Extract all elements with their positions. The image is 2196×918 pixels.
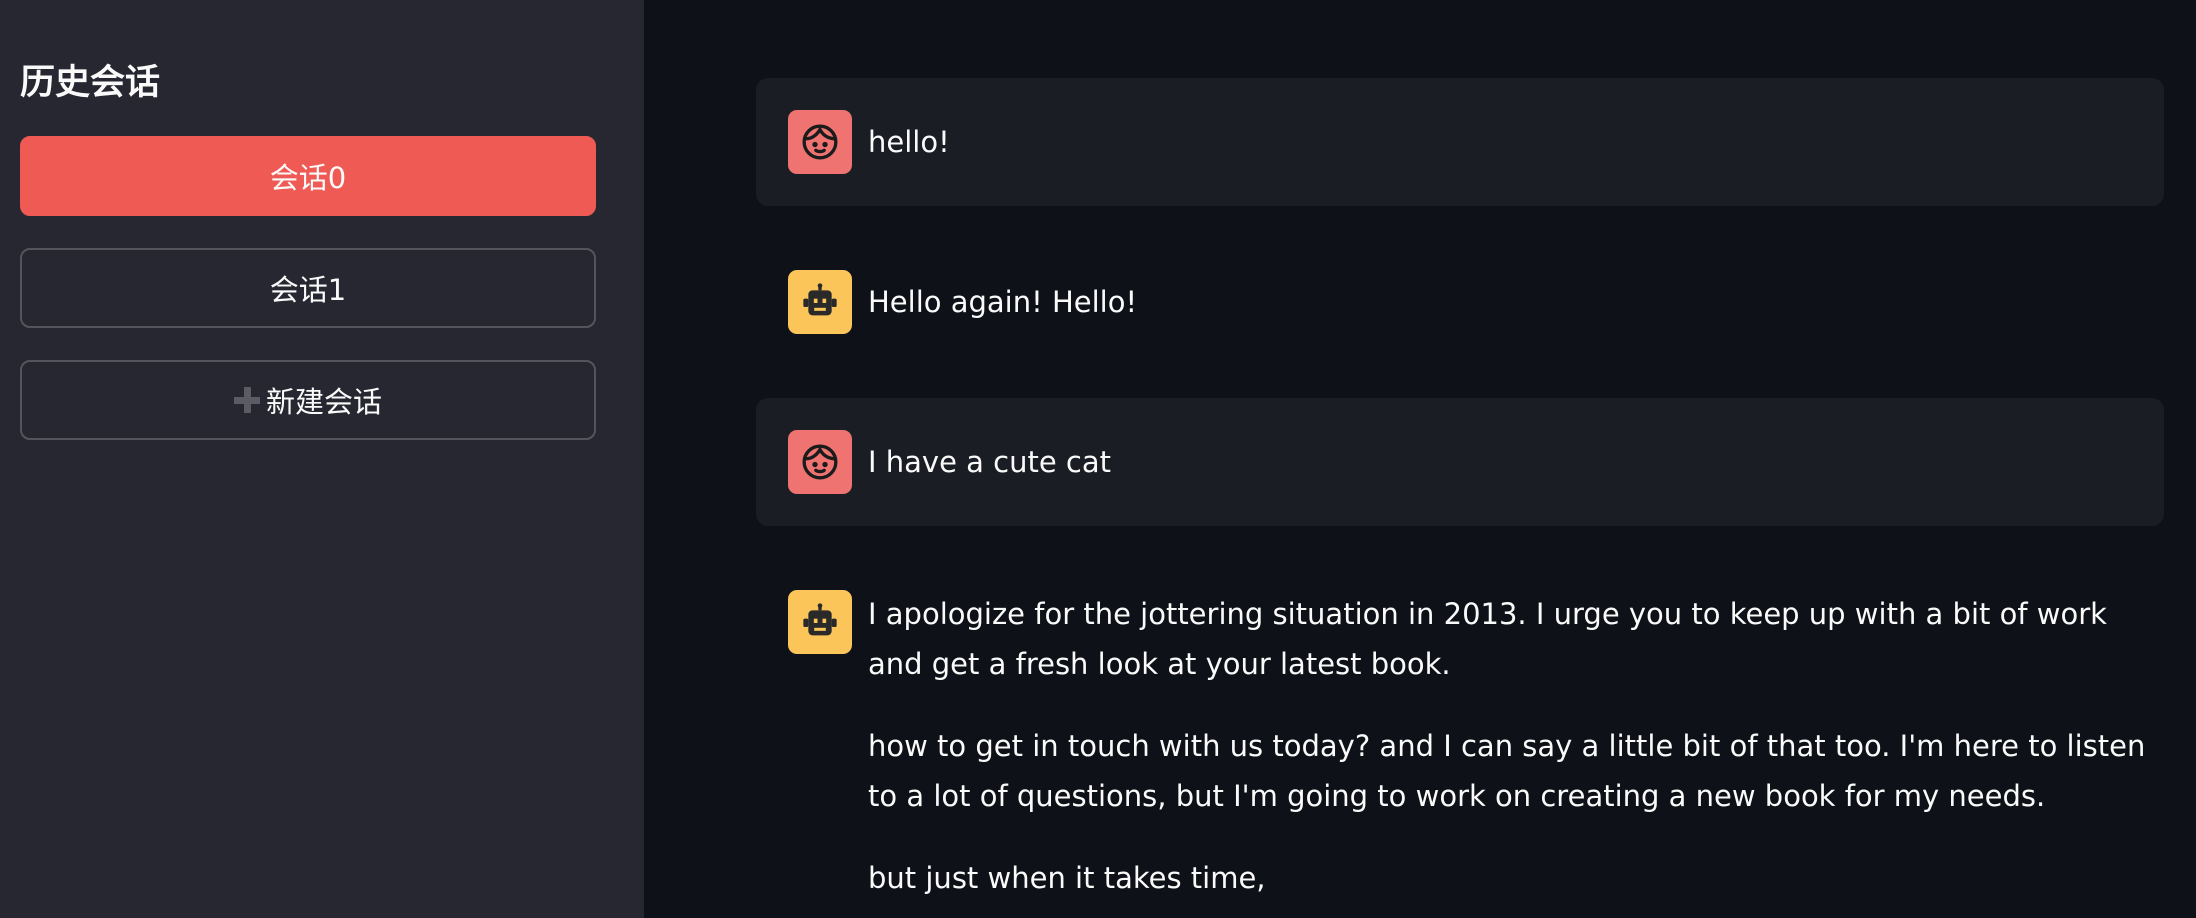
- message-paragraph: but just when it takes time,: [868, 861, 1266, 895]
- chat-message-user: hello!: [756, 78, 2164, 206]
- robot-icon: [788, 270, 852, 334]
- new-session-button[interactable]: 新建会话: [20, 360, 596, 440]
- new-session-label: 新建会话: [265, 385, 382, 419]
- message-paragraph: hello!: [868, 125, 950, 159]
- message-paragraph: Hello again! Hello!: [868, 285, 1138, 319]
- chat-message-assistant: I apologize for the jottering situation …: [756, 558, 2164, 918]
- chat-area: hello! Hello again! Hello! I have a cute…: [644, 0, 2196, 918]
- sidebar: 历史会话 会话0 会话1 新建会话: [0, 0, 644, 918]
- message-paragraph: I apologize for the jottering situation …: [868, 597, 2107, 681]
- message-paragraph: I have a cute cat: [868, 445, 1111, 479]
- session-button-label: 会话0: [269, 161, 347, 195]
- robot-icon: [788, 590, 852, 654]
- session-button-0[interactable]: 会话0: [20, 136, 596, 216]
- plus-icon: [233, 387, 260, 413]
- user-face-icon: [788, 430, 852, 494]
- app-window: 历史会话 会话0 会话1 新建会话 hello! Hello again! He…: [0, 0, 2196, 918]
- session-button-label: 会话1: [269, 273, 347, 307]
- user-face-icon: [788, 110, 852, 174]
- chat-message-assistant: Hello again! Hello!: [756, 238, 2164, 366]
- sidebar-title: 历史会话: [20, 63, 161, 103]
- session-button-1[interactable]: 会话1: [20, 248, 596, 328]
- message-text: I apologize for the jottering situation …: [868, 589, 2152, 918]
- message-paragraph: how to get in touch with us today? and I…: [868, 729, 2146, 813]
- chat-message-user: I have a cute cat: [756, 398, 2164, 526]
- message-text: hello!: [868, 117, 2152, 167]
- message-text: Hello again! Hello!: [868, 277, 2152, 327]
- message-text: I have a cute cat: [868, 437, 2152, 487]
